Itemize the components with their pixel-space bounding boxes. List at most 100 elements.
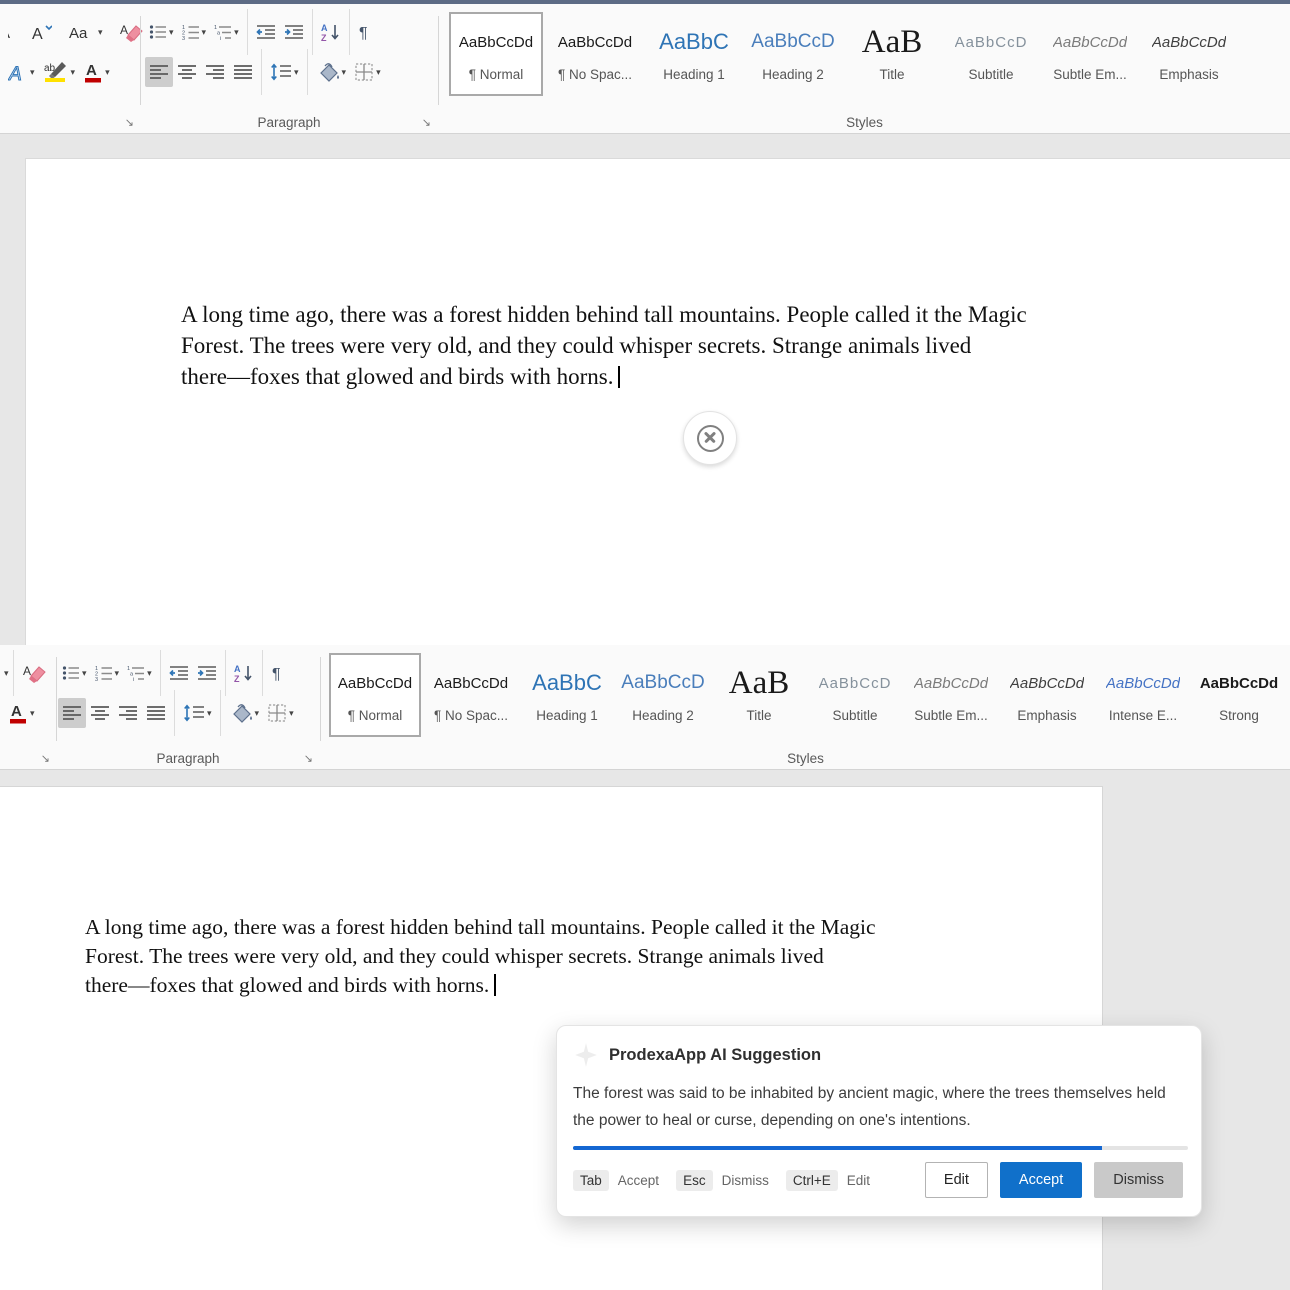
text-highlight-button[interactable]: ab ▾ (39, 57, 80, 87)
bullet-list-button[interactable]: ▾ (145, 17, 178, 47)
chevron-down-icon: ▾ (71, 68, 76, 77)
line-spacing-button[interactable]: ▾ (179, 698, 216, 728)
styles-group-label: Styles (321, 751, 1290, 766)
font-color-button[interactable]: A ▾ (4, 698, 39, 728)
pilcrow-icon: ¶ (271, 663, 287, 683)
tab-key-hint: Tab (573, 1170, 609, 1191)
clear-formatting-button[interactable]: A (18, 658, 50, 688)
sort-button[interactable]: AZ (317, 17, 345, 47)
multilevel-list-button[interactable]: 1ai ▾ (210, 17, 243, 47)
style-chip-no-spacing[interactable]: AaBbCcDd ¶ No Spac... (425, 653, 517, 737)
paint-bucket-icon (316, 62, 340, 82)
chevron-down-icon: ▾ (105, 68, 110, 77)
align-right-icon (118, 705, 138, 721)
bullet-list-button[interactable]: ▾ (58, 658, 91, 688)
style-chip-heading1[interactable]: AaBbC Heading 1 (521, 653, 613, 737)
align-left-button[interactable] (145, 57, 173, 87)
document-page-1[interactable]: A long time ago, there was a forest hidd… (25, 158, 1290, 645)
style-chip-heading2[interactable]: AaBbCcD Heading 2 (617, 653, 709, 737)
shrink-font-button[interactable]: A (4, 17, 26, 47)
multilevel-list-icon: 1ai (127, 664, 145, 682)
style-label: ¶ Normal (469, 67, 524, 82)
style-chip-subtle-emphasis[interactable]: AaBbCcDd Subtle Em... (905, 653, 997, 737)
borders-button[interactable]: ▾ (263, 698, 298, 728)
chevron-down-icon: ▾ (30, 709, 35, 718)
style-chip-subtle-emphasis[interactable]: AaBbCcDd Subtle Em... (1043, 12, 1137, 96)
accept-button[interactable]: Accept (1000, 1162, 1082, 1198)
grow-font-icon: A (30, 21, 52, 43)
shading-button[interactable]: ▾ (312, 57, 351, 87)
text-line: Forest. The trees were very old, and the… (85, 942, 965, 971)
text-line: there—foxes that glowed and birds with h… (85, 971, 965, 1000)
align-center-button[interactable] (173, 57, 201, 87)
text-line: A long time ago, there was a forest hidd… (85, 913, 965, 942)
style-chip-title[interactable]: AaB Title (713, 653, 805, 737)
style-label: Emphasis (1159, 67, 1218, 82)
style-label: Strong (1219, 708, 1259, 723)
esc-key-hint: Esc (676, 1170, 713, 1191)
auto-scroll-anchor-icon[interactable] (683, 411, 737, 465)
svg-text:i: i (133, 677, 134, 682)
style-chip-normal[interactable]: AaBbCcDd ¶ Normal (449, 12, 543, 96)
show-paragraph-marks-button[interactable]: ¶ (354, 17, 378, 47)
style-label: Heading 2 (632, 708, 694, 723)
grow-font-button[interactable]: A (26, 17, 56, 47)
dismiss-button[interactable]: Dismiss (1094, 1162, 1183, 1198)
numbered-list-button[interactable]: 123 ▾ (178, 17, 211, 47)
line-spacing-button[interactable]: ▾ (266, 57, 303, 87)
justify-button[interactable] (142, 698, 170, 728)
style-label: ¶ No Spac... (434, 708, 508, 723)
increase-indent-button[interactable] (280, 17, 308, 47)
ribbon-top: A A Aa ▾ A (0, 4, 1290, 134)
justify-button[interactable] (229, 57, 257, 87)
style-chip-title[interactable]: AaB Title (845, 12, 939, 96)
style-sample: AaBbC (532, 661, 602, 705)
borders-button[interactable]: ▾ (350, 57, 385, 87)
style-chip-emphasis[interactable]: AaBbCcDd Emphasis (1001, 653, 1093, 737)
numbered-list-button[interactable]: 123 ▾ (91, 658, 124, 688)
chevron-down-icon: ▾ (30, 68, 35, 77)
font-dialog-launcher[interactable]: ↘ (125, 116, 134, 129)
multilevel-list-button[interactable]: 1ai ▾ (123, 658, 156, 688)
style-chip-subtitle[interactable]: AaBbCcD Subtitle (944, 12, 1038, 96)
style-chip-intense-emphasis[interactable]: AaBbCcDd Intense E... (1097, 653, 1189, 737)
sort-button[interactable]: AZ (230, 658, 258, 688)
style-chip-emphasis[interactable]: AaBbCcDd Emphasis (1142, 12, 1236, 96)
font-group: ▾ A A ▾ ↘ (0, 645, 56, 769)
style-label: Title (746, 708, 771, 723)
edit-button[interactable]: Edit (925, 1162, 988, 1198)
style-sample: AaBbCcD (819, 661, 892, 705)
style-chip-normal[interactable]: AaBbCcDd ¶ Normal (329, 653, 421, 737)
style-chip-no-spacing[interactable]: AaBbCcDd ¶ No Spac... (548, 12, 642, 96)
paragraph-text: A long time ago, there was a forest hidd… (181, 299, 1141, 392)
bullet-list-icon (62, 664, 80, 682)
increase-indent-button[interactable] (193, 658, 221, 688)
paragraph-text: A long time ago, there was a forest hidd… (85, 913, 965, 1000)
chevron-down-icon: ▾ (169, 28, 174, 37)
align-right-button[interactable] (114, 698, 142, 728)
decrease-indent-button[interactable] (252, 17, 280, 47)
svg-text:3: 3 (182, 36, 185, 41)
style-chip-heading2[interactable]: AaBbCcD Heading 2 (746, 12, 840, 96)
style-chip-heading1[interactable]: AaBbC Heading 1 (647, 12, 741, 96)
align-left-button[interactable] (58, 698, 86, 728)
font-dialog-launcher[interactable]: ↘ (41, 752, 50, 765)
align-right-button[interactable] (201, 57, 229, 87)
text-effects-button[interactable]: A ▾ (4, 57, 39, 87)
shading-button[interactable]: ▾ (225, 698, 264, 728)
style-label: Heading 2 (762, 67, 824, 82)
font-color-button[interactable]: A ▾ (79, 57, 114, 87)
paragraph-dialog-launcher[interactable]: ↘ (304, 752, 313, 765)
show-paragraph-marks-button[interactable]: ¶ (267, 658, 291, 688)
svg-text:A: A (321, 23, 328, 33)
decrease-indent-button[interactable] (165, 658, 193, 688)
change-case-button[interactable]: Aa ▾ (64, 17, 107, 47)
align-right-icon (205, 64, 225, 80)
style-chip-strong[interactable]: AaBbCcDd Strong (1193, 653, 1285, 737)
style-label: Title (879, 67, 904, 82)
style-sample: AaBbCcD (751, 20, 834, 64)
paragraph-dialog-launcher[interactable]: ↘ (422, 116, 431, 129)
style-chip-subtitle[interactable]: AaBbCcD Subtitle (809, 653, 901, 737)
style-sample: AaBbC (659, 20, 729, 64)
align-center-button[interactable] (86, 698, 114, 728)
